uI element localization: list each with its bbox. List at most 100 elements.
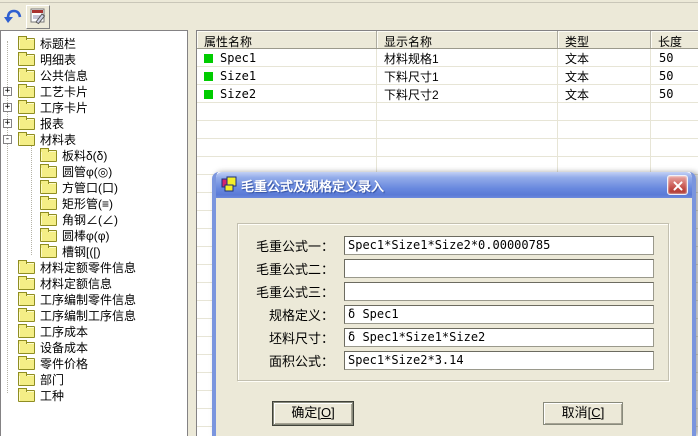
display-name-cell: 下料尺寸2 [384, 87, 439, 102]
column-header[interactable]: 类型 [558, 31, 651, 49]
tree-connector [25, 183, 34, 192]
cancel-button[interactable]: 取消[C] [543, 402, 623, 425]
tree-item[interactable]: 公共信息 [1, 67, 187, 83]
tree-item[interactable]: 工序编制工序信息 [1, 307, 187, 323]
tree-item-label: 板料δ(δ) [62, 148, 108, 163]
area-formula-input[interactable] [344, 350, 654, 370]
table-row[interactable]: Size2 下料尺寸2 文本 50 [197, 85, 698, 103]
attribute-name: Size2 [220, 87, 257, 101]
folder-icon [18, 275, 35, 290]
blank-size-input[interactable] [344, 327, 654, 347]
table-row[interactable]: Size1 下料尺寸1 文本 50 [197, 67, 698, 85]
tree-item[interactable]: 标题栏 [1, 35, 187, 51]
folder-icon [18, 371, 35, 386]
category-tree-panel: 标题栏 明细表 公共信息 + 工艺卡片 + 工序卡片 + 报表 - 材料表 板料δ(δ) 圆管φ(◎) 方… [0, 30, 188, 436]
gross-weight-formula-dialog: 毛重公式及规格定义录入 毛重公式一： 毛重公式二： 毛重公式三： 规格定义： [212, 172, 696, 436]
tree-item-label: 角钢∠(∠) [62, 212, 118, 227]
expander-icon[interactable]: + [3, 118, 12, 128]
type-cell: 文本 [565, 51, 590, 66]
dialog-titlebar[interactable]: 毛重公式及规格定义录入 [216, 172, 692, 198]
tree-item[interactable]: + 工艺卡片 [1, 83, 187, 99]
display-name-cell: 下料尺寸1 [384, 69, 439, 84]
ok-button[interactable]: 确定[O] [272, 401, 354, 426]
tree-item[interactable]: 圆棒φ(φ) [1, 227, 187, 243]
tree-item[interactable]: 零件价格 [1, 355, 187, 371]
folder-icon [18, 115, 35, 130]
tree-item[interactable]: 槽钢[([) [1, 243, 187, 259]
column-header[interactable]: 属性名称 [197, 31, 377, 49]
type-cell: 文本 [565, 69, 590, 84]
folder-icon [18, 99, 35, 114]
tree-item-label: 公共信息 [40, 68, 89, 83]
tree-item-label: 矩形管(≡) [62, 196, 113, 211]
table-row[interactable]: Spec1 材料规格1 文本 50 [197, 49, 698, 67]
tree-connector [3, 391, 12, 400]
folder-icon [40, 179, 57, 194]
tree-item[interactable]: 工种 [1, 387, 187, 403]
tree-item[interactable]: 明细表 [1, 51, 187, 67]
tree-item[interactable]: 材料定额信息 [1, 275, 187, 291]
folder-icon [18, 51, 35, 66]
gross-weight-formula-1-input[interactable] [344, 235, 654, 255]
gross-weight-formula-3-input[interactable] [344, 281, 654, 301]
tree-connector [3, 279, 12, 288]
tree-item-label: 报表 [40, 116, 65, 131]
folder-icon [40, 163, 57, 178]
tree-item-label: 工序卡片 [40, 100, 89, 115]
gross-weight-formula-2-label: 毛重公式二： [255, 261, 334, 277]
expander-icon[interactable]: - [3, 134, 12, 144]
tree-connector [25, 231, 34, 240]
tree-item[interactable]: + 报表 [1, 115, 187, 131]
attribute-name-cell: Spec1 [197, 51, 377, 65]
gross-weight-formula-3-label: 毛重公式三： [255, 284, 334, 300]
spec-definition-input[interactable] [344, 304, 654, 324]
gross-weight-formula-2-input[interactable] [344, 258, 654, 278]
tree-item[interactable]: - 材料表 [1, 131, 187, 147]
tree-connector [25, 199, 34, 208]
tree-item[interactable]: 矩形管(≡) [1, 195, 187, 211]
column-header[interactable]: 显示名称 [377, 31, 558, 49]
tree-item[interactable]: 设备成本 [1, 339, 187, 355]
type-cell: 文本 [565, 87, 590, 102]
table-header: 属性名称 显示名称 类型 长度 [197, 31, 698, 49]
attribute-name: Spec1 [220, 51, 257, 65]
tree-connector [3, 343, 12, 352]
folder-icon [18, 83, 35, 98]
tree-connector [3, 311, 12, 320]
tree-item-label: 材料表 [40, 132, 77, 147]
tree-item[interactable]: 部门 [1, 371, 187, 387]
folder-icon [18, 323, 35, 338]
tree-item-label: 工序编制零件信息 [40, 292, 137, 307]
expander-icon[interactable]: + [3, 86, 12, 96]
app-window: { "toolbar": { "buttons": [ { "icon": "u… [0, 0, 698, 436]
tree-item-label: 设备成本 [40, 340, 89, 355]
tree-item[interactable]: 工序编制零件信息 [1, 291, 187, 307]
green-square-icon [204, 89, 213, 99]
tree-connector [3, 39, 12, 48]
column-header[interactable]: 长度 [651, 31, 698, 49]
display-name-cell: 材料规格1 [384, 51, 439, 66]
form-edit-button[interactable] [26, 5, 50, 29]
tree-item[interactable]: + 工序卡片 [1, 99, 187, 115]
tree-item[interactable]: 圆管φ(◎) [1, 163, 187, 179]
green-square-icon [204, 71, 213, 81]
tree-item-label: 材料定额零件信息 [40, 260, 137, 275]
tree-item[interactable]: 工序成本 [1, 323, 187, 339]
tree-item[interactable]: 方管口(口) [1, 179, 187, 195]
tree-item[interactable]: 材料定额零件信息 [1, 259, 187, 275]
tree-item-label: 圆棒φ(φ) [62, 228, 110, 243]
tree-item-label: 工种 [40, 388, 65, 403]
attribute-name-cell: Size2 [197, 87, 377, 101]
close-button[interactable] [667, 175, 688, 195]
tree-item-label: 工序成本 [40, 324, 89, 339]
tree-item[interactable]: 板料δ(δ) [1, 147, 187, 163]
folder-icon [40, 227, 57, 242]
length-cell: 50 [659, 51, 674, 65]
attribute-name-cell: Size1 [197, 69, 377, 83]
undo-button[interactable] [1, 5, 25, 29]
tree-item-label: 槽钢[([) [62, 244, 101, 259]
expander-icon[interactable]: + [3, 102, 12, 112]
folder-icon [40, 147, 57, 162]
tree-item[interactable]: 角钢∠(∠) [1, 211, 187, 227]
tree-item-label: 明细表 [40, 52, 77, 67]
